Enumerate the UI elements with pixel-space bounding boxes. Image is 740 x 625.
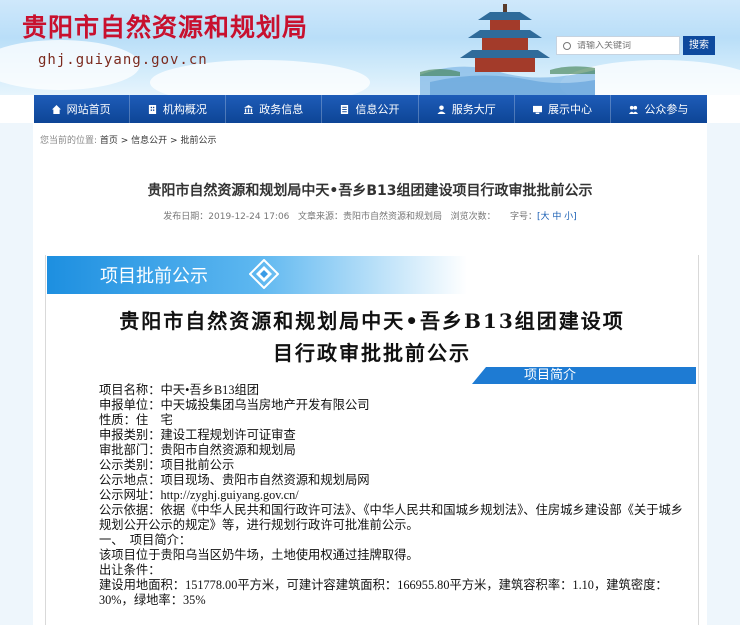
line-applicant: 申报单位：中天城投集团乌当房地产开发有限公司 bbox=[99, 398, 370, 412]
intro-section-label: 项目简介 bbox=[524, 368, 577, 383]
building-icon bbox=[148, 104, 157, 114]
line-nature: 性质：住 宅 bbox=[99, 413, 173, 427]
line-transfer-conditions: 出让条件： bbox=[99, 563, 161, 577]
font-size-switcher[interactable]: [大 中 小] bbox=[537, 212, 577, 222]
intro-section-bar: 项目简介 bbox=[486, 367, 696, 384]
line-notice-basis: 公示依据：依据《中华人民共和国行政许可法》、《中华人民共和国城乡规划法》、住房城… bbox=[99, 503, 684, 532]
notice-tab-label: 项目批前公示 bbox=[100, 266, 208, 287]
breadcrumb: 您当前的位置: 首页 > 信息公开 > 批前公示 bbox=[40, 133, 216, 146]
nav-item-display-center[interactable]: 展示中心 bbox=[515, 95, 612, 123]
breadcrumb-path[interactable]: 首页 > 信息公开 > 批前公示 bbox=[100, 136, 217, 146]
nav-item-label: 展示中心 bbox=[548, 103, 593, 116]
nav-item-label: 政务信息 bbox=[259, 103, 304, 116]
header-banner: 贵阳市自然资源和规划局 ghj.guiyang.gov.cn 搜索 bbox=[0, 0, 740, 95]
nav-item-label: 服务大厅 bbox=[451, 103, 496, 116]
notice-body: 项目名称：中天•吾乡B13组团 申报单位：中天城投集团乌当房地产开发有限公司 性… bbox=[99, 383, 689, 608]
nav-item-label: 公众参与 bbox=[644, 103, 689, 116]
diamond-ornament-icon bbox=[249, 259, 279, 289]
site-title[interactable]: 贵阳市自然资源和规划局 bbox=[22, 8, 308, 44]
line-approval-dept: 审批部门：贵阳市自然资源和规划局 bbox=[99, 443, 296, 457]
article-meta: 发布日期：2019-12-24 17:06 文章来源：贵阳市自然资源和规划局 浏… bbox=[0, 209, 740, 222]
notice-main-title: 贵阳市自然资源和规划局中天•吾乡B13组团建设项 目行政审批批前公示 bbox=[46, 305, 698, 369]
page-body: 您当前的位置: 首页 > 信息公开 > 批前公示 贵阳市自然资源和规划局中天•吾… bbox=[0, 123, 740, 625]
nav-item-label: 机构概况 bbox=[162, 103, 207, 116]
document-icon bbox=[341, 104, 349, 114]
notice-title-line1: 贵阳市自然资源和规划局中天•吾乡B13组团建设项 bbox=[119, 309, 625, 333]
nav-item-public-participation[interactable]: 公众参与 bbox=[611, 95, 706, 123]
line-project-location: 该项目位于贵阳乌当区奶牛场，土地使用权通过挂牌取得。 bbox=[99, 548, 419, 562]
line-application-type: 申报类别：建设工程规划许可证审查 bbox=[99, 428, 296, 442]
meta-source: 文章来源：贵阳市自然资源和规划局 bbox=[298, 212, 443, 222]
line-notice-location: 公示地点：项目现场、贵阳市自然资源和规划局网 bbox=[99, 473, 370, 487]
meta-published: 发布日期：2019-12-24 17:06 bbox=[163, 212, 290, 222]
nav-item-label: 网站首页 bbox=[66, 103, 111, 116]
search-input[interactable] bbox=[577, 40, 667, 51]
nav-item-info-disclosure[interactable]: 信息公开 bbox=[322, 95, 419, 123]
institution-icon bbox=[244, 104, 254, 114]
people-icon bbox=[629, 105, 639, 114]
search-button[interactable]: 搜索 bbox=[683, 36, 715, 55]
meta-views: 浏览次数： bbox=[450, 212, 496, 222]
search-icon bbox=[563, 41, 571, 50]
line-section-heading: 一、 项目简介： bbox=[99, 533, 192, 547]
notice-title-line2: 目行政审批批前公示 bbox=[273, 341, 471, 365]
intro-bar-ornament bbox=[472, 367, 486, 384]
main-nav: 网站首页 机构概况 政务信息 信息公开 服务大厅 展示中心 公众参与 bbox=[0, 95, 740, 123]
nav-item-government-info[interactable]: 政务信息 bbox=[226, 95, 323, 123]
breadcrumb-prefix: 您当前的位置: bbox=[40, 136, 98, 146]
nav-item-service-hall[interactable]: 服务大厅 bbox=[419, 95, 515, 123]
line-project-name: 项目名称：中天•吾乡B13组团 bbox=[99, 383, 260, 397]
service-icon bbox=[437, 104, 446, 114]
nav-item-organization[interactable]: 机构概况 bbox=[130, 95, 227, 123]
line-notice-url: 公示网址：http://zyghj.guiyang.gov.cn/ bbox=[99, 488, 299, 502]
article-title: 贵阳市自然资源和规划局中天•吾乡B13组团建设项目行政审批批前公示 bbox=[147, 183, 593, 199]
line-notice-type: 公示类别：项目批前公示 bbox=[99, 458, 235, 472]
nav-item-label: 信息公开 bbox=[355, 103, 400, 116]
nav-item-home[interactable]: 网站首页 bbox=[34, 95, 130, 123]
display-icon bbox=[533, 105, 543, 114]
line-land-metrics: 建设用地面积：151778.00平方米，可建计容建筑面积：166955.80平方… bbox=[99, 578, 668, 607]
search-box[interactable] bbox=[556, 36, 680, 55]
notice-image: 项目批前公示 贵阳市自然资源和规划局中天•吾乡B13组团建设项 目行政审批批前公… bbox=[45, 255, 699, 625]
site-domain: ghj.guiyang.gov.cn bbox=[38, 52, 208, 68]
home-icon bbox=[51, 104, 61, 114]
meta-fontsize-label: 字号： bbox=[509, 212, 537, 222]
